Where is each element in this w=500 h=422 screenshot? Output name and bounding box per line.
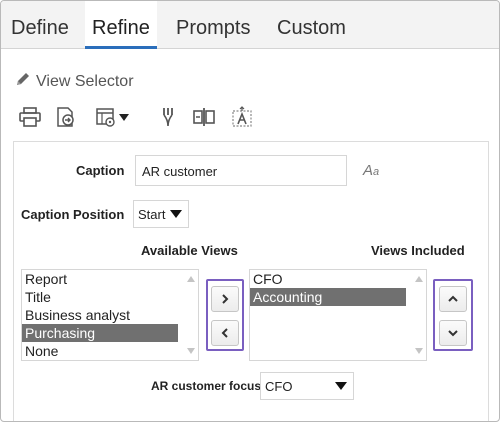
scroll-down-icon[interactable] [415,348,423,354]
chevron-down-icon [448,330,458,337]
list-item[interactable]: Title [22,288,198,306]
tab-custom[interactable]: Custom [277,1,346,49]
focus-label: AR customer focus [151,379,262,393]
split-icon[interactable] [191,104,217,130]
caption-position-label: Caption Position [21,207,125,222]
scrollbar[interactable] [184,270,198,360]
move-left-button[interactable] [211,320,239,346]
chevron-down-icon[interactable] [115,104,133,130]
caption-position-select[interactable]: Start [133,200,189,228]
tab-bar: Define Refine Prompts Custom [1,1,499,49]
scroll-up-icon[interactable] [187,276,195,282]
move-buttons-group [206,279,244,351]
view-selector-dialog: Define Refine Prompts Custom View Select… [0,0,500,422]
list-item-selected[interactable]: Accounting [250,288,406,306]
scrollbar[interactable] [412,270,426,360]
move-down-button[interactable] [439,320,467,346]
focus-select[interactable]: CFO [260,372,354,400]
caption-input[interactable]: AR customer [135,155,347,186]
focus-value: CFO [265,379,293,394]
caption-label: Caption [76,163,125,178]
scroll-up-icon[interactable] [415,276,423,282]
views-included-list[interactable]: CFO Accounting [249,269,427,361]
move-up-button[interactable] [439,286,467,312]
tab-prompts[interactable]: Prompts [176,1,250,49]
tab-refine[interactable]: Refine [85,1,157,49]
merge-icon[interactable] [156,104,182,130]
move-right-button[interactable] [211,286,239,312]
text-format-icon[interactable] [229,104,255,130]
tab-define[interactable]: Define [11,1,69,49]
list-item[interactable]: Business analyst [22,306,198,324]
chevron-left-icon [221,328,228,338]
available-views-list[interactable]: Report Title Business analyst Purchasing… [21,269,199,361]
view-selector-title: View Selector [14,70,134,93]
list-item-selected[interactable]: Purchasing [22,324,178,342]
available-views-label: Available Views [141,243,238,258]
pencil-icon[interactable] [14,70,32,93]
caption-position-value: Start [138,207,166,222]
reorder-buttons-group [433,279,473,351]
list-item[interactable]: None [22,342,198,360]
scroll-down-icon[interactable] [187,348,195,354]
list-item[interactable]: Report [22,270,198,288]
print-icon[interactable] [17,104,43,130]
chevron-down-icon [335,382,347,390]
view-selector-label: View Selector [36,72,134,90]
views-included-label: Views Included [371,243,465,258]
caption-value: AR customer [142,164,218,179]
chevron-up-icon [448,295,458,302]
text-format-button[interactable]: Aa [363,162,379,179]
chevron-right-icon [222,294,229,304]
chevron-down-icon [170,210,182,218]
list-item[interactable]: CFO [250,270,426,288]
export-icon[interactable] [53,104,79,130]
